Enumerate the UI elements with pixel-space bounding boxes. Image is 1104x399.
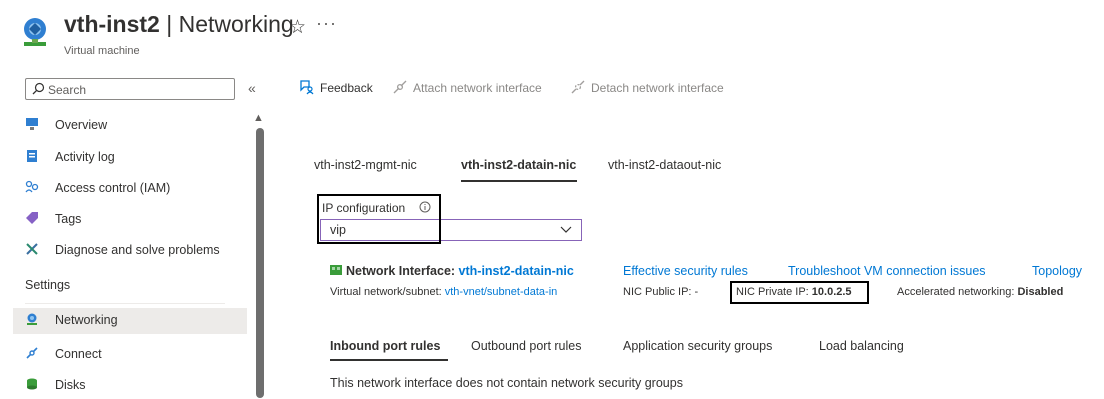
chevron-down-icon: [560, 226, 572, 233]
sidebar-item-label: Disks: [55, 378, 86, 392]
section-divider: [25, 303, 225, 304]
public-ip-value: -: [694, 286, 699, 298]
search-placeholder: Search: [48, 83, 87, 97]
connect-icon: [26, 347, 38, 359]
sidebar-item-networking[interactable]: Networking: [13, 308, 247, 334]
feedback-icon: [300, 80, 314, 95]
tab-datain-nic[interactable]: vth-inst2-datain-nic: [461, 158, 576, 172]
sidebar-item-label: Activity log: [55, 150, 115, 164]
tag-icon: [26, 212, 38, 224]
tab-mgmt-nic[interactable]: vth-inst2-mgmt-nic: [314, 158, 417, 172]
vnet-label: Virtual network/subnet:: [330, 286, 445, 298]
accelerated-networking: Accelerated networking: Disabled: [897, 286, 1063, 298]
sidebar-item-label: Overview: [55, 118, 108, 132]
search-icon: [32, 82, 45, 95]
section-header-settings: Settings: [25, 278, 71, 292]
active-tab-indicator: [461, 180, 577, 182]
accel-value: Disabled: [1017, 286, 1064, 298]
feedback-label: Feedback: [320, 81, 373, 95]
sidebar-item-tags[interactable]: Tags: [23, 207, 247, 233]
network-interface-icon: [330, 265, 342, 275]
sidebar-item-label: Connect: [55, 347, 102, 361]
accel-label: Accelerated networking:: [897, 286, 1018, 298]
favorite-star-icon[interactable]: ☆: [289, 16, 306, 39]
more-options-icon[interactable]: ···: [316, 13, 337, 34]
resource-type: Virtual machine: [64, 45, 140, 57]
active-rule-tab-indicator: [330, 359, 448, 361]
detach-label: Detach network interface: [591, 81, 724, 95]
public-ip-label: NIC Public IP:: [623, 286, 695, 298]
sidebar-scrollbar[interactable]: [256, 128, 264, 398]
troubleshoot-connection-link[interactable]: Troubleshoot VM connection issues: [788, 264, 986, 278]
tab-outbound-port-rules[interactable]: Outbound port rules: [471, 339, 582, 353]
detach-icon: [571, 80, 585, 94]
tab-inbound-port-rules[interactable]: Inbound port rules: [330, 339, 440, 353]
sidebar-item-activity-log[interactable]: Activity log: [23, 145, 247, 171]
title-separator: |: [159, 11, 179, 37]
attach-label: Attach network interface: [413, 81, 542, 95]
scroll-up-icon[interactable]: ▲: [253, 112, 264, 124]
tab-application-security-groups[interactable]: Application security groups: [623, 339, 772, 353]
highlight-box-ip-config: [317, 194, 441, 244]
virtual-machine-icon: [24, 18, 46, 46]
blade-title: Networking: [178, 11, 294, 37]
nic-public-ip: NIC Public IP: -: [623, 286, 698, 298]
activity-log-icon: [27, 150, 37, 162]
search-input[interactable]: Search: [25, 78, 235, 100]
vnet-subnet-link[interactable]: vth-vnet/subnet-data-in: [445, 286, 558, 298]
attach-icon: [393, 80, 407, 94]
sidebar-item-connect[interactable]: Connect: [23, 342, 247, 368]
sidebar-item-disks[interactable]: Disks: [23, 373, 247, 399]
network-interface-name-link[interactable]: vth-inst2-datain-nic: [459, 264, 574, 278]
sidebar-item-overview[interactable]: Overview: [23, 113, 247, 139]
virtual-network-subnet: Virtual network/subnet: vth-vnet/subnet-…: [330, 286, 557, 298]
resource-name: vth-inst2: [64, 11, 160, 37]
networking-icon: [27, 313, 37, 325]
sidebar-item-label: Tags: [55, 212, 82, 226]
page-title: vth-inst2 | Networking: [64, 11, 294, 38]
monitor-icon: [26, 118, 38, 130]
tab-load-balancing[interactable]: Load balancing: [819, 339, 904, 353]
people-icon: [25, 180, 39, 193]
effective-security-rules-link[interactable]: Effective security rules: [623, 264, 748, 278]
sidebar-item-access-control[interactable]: Access control (IAM): [23, 176, 247, 202]
sidebar-item-diagnose[interactable]: Diagnose and solve problems: [23, 238, 247, 264]
highlight-box-private-ip: [730, 281, 869, 304]
sidebar-item-label: Diagnose and solve problems: [55, 243, 220, 257]
network-interface-prefix: Network Interface:: [346, 264, 459, 278]
disks-icon: [27, 378, 37, 390]
empty-state-message: This network interface does not contain …: [330, 376, 683, 390]
network-interface-title: Network Interface: vth-inst2-datain-nic: [346, 264, 574, 278]
sidebar-item-label: Access control (IAM): [55, 181, 171, 195]
sidebar-item-label: Networking: [55, 313, 118, 327]
wrench-icon: [26, 243, 38, 255]
tab-dataout-nic[interactable]: vth-inst2-dataout-nic: [608, 158, 721, 172]
topology-link[interactable]: Topology: [1032, 264, 1082, 278]
collapse-menu-icon[interactable]: «: [248, 80, 256, 96]
